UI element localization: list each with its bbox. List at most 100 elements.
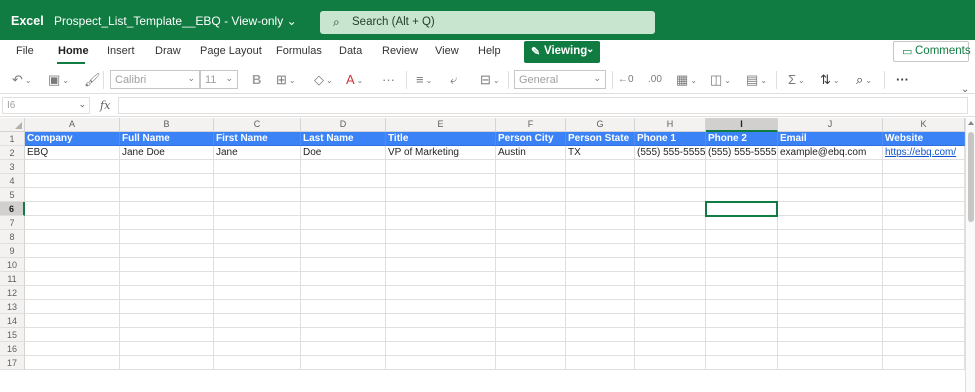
- cell-b3[interactable]: [120, 160, 214, 174]
- borders-icon[interactable]: ⊞ ⌄: [276, 72, 296, 89]
- cell-f9[interactable]: [496, 244, 566, 258]
- cell-g9[interactable]: [566, 244, 635, 258]
- cell-i1[interactable]: Phone 2: [706, 132, 778, 146]
- cell-e17[interactable]: [386, 356, 496, 370]
- cell-j9[interactable]: [778, 244, 883, 258]
- cell-k10[interactable]: [883, 258, 965, 272]
- cell-d14[interactable]: [301, 314, 386, 328]
- conditional-format-icon[interactable]: ▦ ⌄: [676, 72, 697, 89]
- cell-f17[interactable]: [496, 356, 566, 370]
- cell-g7[interactable]: [566, 216, 635, 230]
- cell-i9[interactable]: [706, 244, 778, 258]
- cell-f14[interactable]: [496, 314, 566, 328]
- cell-j2[interactable]: example@ebq.com: [778, 146, 883, 160]
- row-header-7[interactable]: 7: [0, 216, 25, 230]
- font-name-dropdown[interactable]: Calibri ⌄: [110, 70, 200, 89]
- cell-c8[interactable]: [214, 230, 301, 244]
- row-header-17[interactable]: 17: [0, 356, 25, 370]
- bold-button[interactable]: B: [252, 72, 261, 88]
- cell-k1[interactable]: Website: [883, 132, 965, 146]
- format-painter-icon[interactable]: 🖌: [84, 72, 101, 88]
- cell-c5[interactable]: [214, 188, 301, 202]
- cell-e8[interactable]: [386, 230, 496, 244]
- cell-b1[interactable]: Full Name: [120, 132, 214, 146]
- cell-g13[interactable]: [566, 300, 635, 314]
- cell-j16[interactable]: [778, 342, 883, 356]
- column-header-a[interactable]: A: [25, 118, 120, 132]
- cell-a16[interactable]: [25, 342, 120, 356]
- cell-f1[interactable]: Person City: [496, 132, 566, 146]
- cell-k3[interactable]: [883, 160, 965, 174]
- cell-b16[interactable]: [120, 342, 214, 356]
- cell-j4[interactable]: [778, 174, 883, 188]
- cell-b17[interactable]: [120, 356, 214, 370]
- cell-d16[interactable]: [301, 342, 386, 356]
- fill-color-icon[interactable]: ◇ ⌄: [314, 72, 333, 89]
- cell-a3[interactable]: [25, 160, 120, 174]
- cell-b5[interactable]: [120, 188, 214, 202]
- font-color-icon[interactable]: A ⌄: [346, 72, 363, 89]
- cell-d10[interactable]: [301, 258, 386, 272]
- cell-j12[interactable]: [778, 286, 883, 300]
- name-box[interactable]: I6 ⌄: [2, 97, 90, 114]
- cell-g6[interactable]: [566, 202, 635, 216]
- cell-a5[interactable]: [25, 188, 120, 202]
- cell-f6[interactable]: [496, 202, 566, 216]
- cell-e6[interactable]: [386, 202, 496, 216]
- cell-g16[interactable]: [566, 342, 635, 356]
- cell-h5[interactable]: [635, 188, 706, 202]
- cell-i16[interactable]: [706, 342, 778, 356]
- cell-a15[interactable]: [25, 328, 120, 342]
- cell-k8[interactable]: [883, 230, 965, 244]
- sort-filter-icon[interactable]: ⇅ ⌄: [820, 72, 840, 89]
- cell-j6[interactable]: [778, 202, 883, 216]
- column-header-b[interactable]: B: [120, 118, 214, 132]
- row-header-4[interactable]: 4: [0, 174, 25, 188]
- cell-c6[interactable]: [214, 202, 301, 216]
- cell-b10[interactable]: [120, 258, 214, 272]
- cell-f13[interactable]: [496, 300, 566, 314]
- cell-a14[interactable]: [25, 314, 120, 328]
- format-as-table-icon[interactable]: ◫ ⌄: [710, 72, 731, 89]
- cell-a4[interactable]: [25, 174, 120, 188]
- document-title[interactable]: Prospect_List_Template__EBQ - View-only …: [54, 14, 297, 28]
- cell-d5[interactable]: [301, 188, 386, 202]
- column-header-e[interactable]: E: [386, 118, 496, 132]
- cell-k13[interactable]: [883, 300, 965, 314]
- cell-e13[interactable]: [386, 300, 496, 314]
- cell-c7[interactable]: [214, 216, 301, 230]
- cell-e14[interactable]: [386, 314, 496, 328]
- tab-view[interactable]: View: [435, 45, 459, 57]
- viewing-mode-button[interactable]: ✎ Viewing ⌄: [524, 41, 600, 63]
- cell-b15[interactable]: [120, 328, 214, 342]
- cell-f16[interactable]: [496, 342, 566, 356]
- cell-c12[interactable]: [214, 286, 301, 300]
- cell-d4[interactable]: [301, 174, 386, 188]
- cell-e15[interactable]: [386, 328, 496, 342]
- cell-a1[interactable]: Company: [25, 132, 120, 146]
- cell-a6[interactable]: [25, 202, 120, 216]
- cell-j7[interactable]: [778, 216, 883, 230]
- cell-h4[interactable]: [635, 174, 706, 188]
- cell-h1[interactable]: Phone 1: [635, 132, 706, 146]
- cell-g1[interactable]: Person State: [566, 132, 635, 146]
- cell-g2[interactable]: TX: [566, 146, 635, 160]
- more-options-icon[interactable]: ···: [896, 72, 909, 88]
- cell-k11[interactable]: [883, 272, 965, 286]
- cell-i14[interactable]: [706, 314, 778, 328]
- tab-help[interactable]: Help: [478, 45, 501, 57]
- cell-k17[interactable]: [883, 356, 965, 370]
- cell-f7[interactable]: [496, 216, 566, 230]
- cell-e9[interactable]: [386, 244, 496, 258]
- app-name[interactable]: Excel: [11, 14, 44, 28]
- cell-g8[interactable]: [566, 230, 635, 244]
- cell-d1[interactable]: Last Name: [301, 132, 386, 146]
- cell-j1[interactable]: Email: [778, 132, 883, 146]
- tab-home[interactable]: Home: [58, 45, 89, 57]
- row-header-11[interactable]: 11: [0, 272, 25, 286]
- cell-k15[interactable]: [883, 328, 965, 342]
- undo-icon[interactable]: ↶ ⌄: [12, 72, 32, 89]
- cell-c2[interactable]: Jane: [214, 146, 301, 160]
- cell-d12[interactable]: [301, 286, 386, 300]
- column-header-j[interactable]: J: [778, 118, 883, 132]
